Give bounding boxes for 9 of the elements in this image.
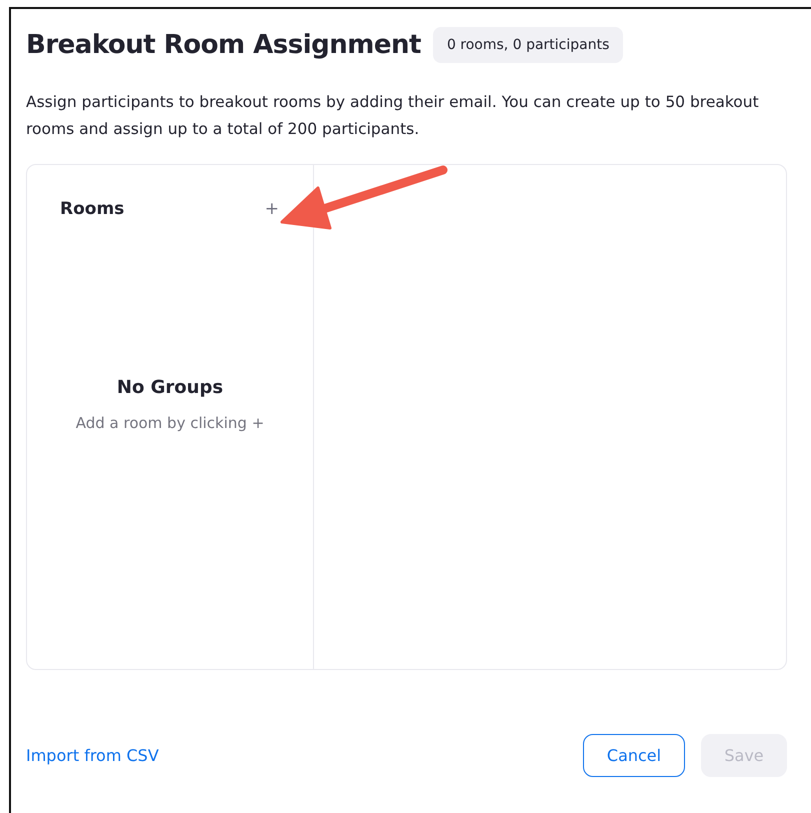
- cancel-button[interactable]: Cancel: [583, 734, 685, 777]
- empty-title: No Groups: [116, 377, 224, 398]
- rooms-heading: Rooms: [60, 199, 124, 219]
- dialog-title: Breakout Room Assignment: [26, 30, 421, 60]
- summary-badge: 0 rooms, 0 participants: [432, 27, 624, 63]
- description: Assign participants to breakout rooms by adding their email. You can create up to 50 breakout rooms and assign up to a total of 200 participants.: [26, 92, 760, 140]
- empty-hint: Add a room by clicking +: [76, 414, 264, 432]
- add-room-button[interactable]: +: [264, 199, 279, 219]
- import-csv-link[interactable]: Import from CSV: [26, 746, 567, 765]
